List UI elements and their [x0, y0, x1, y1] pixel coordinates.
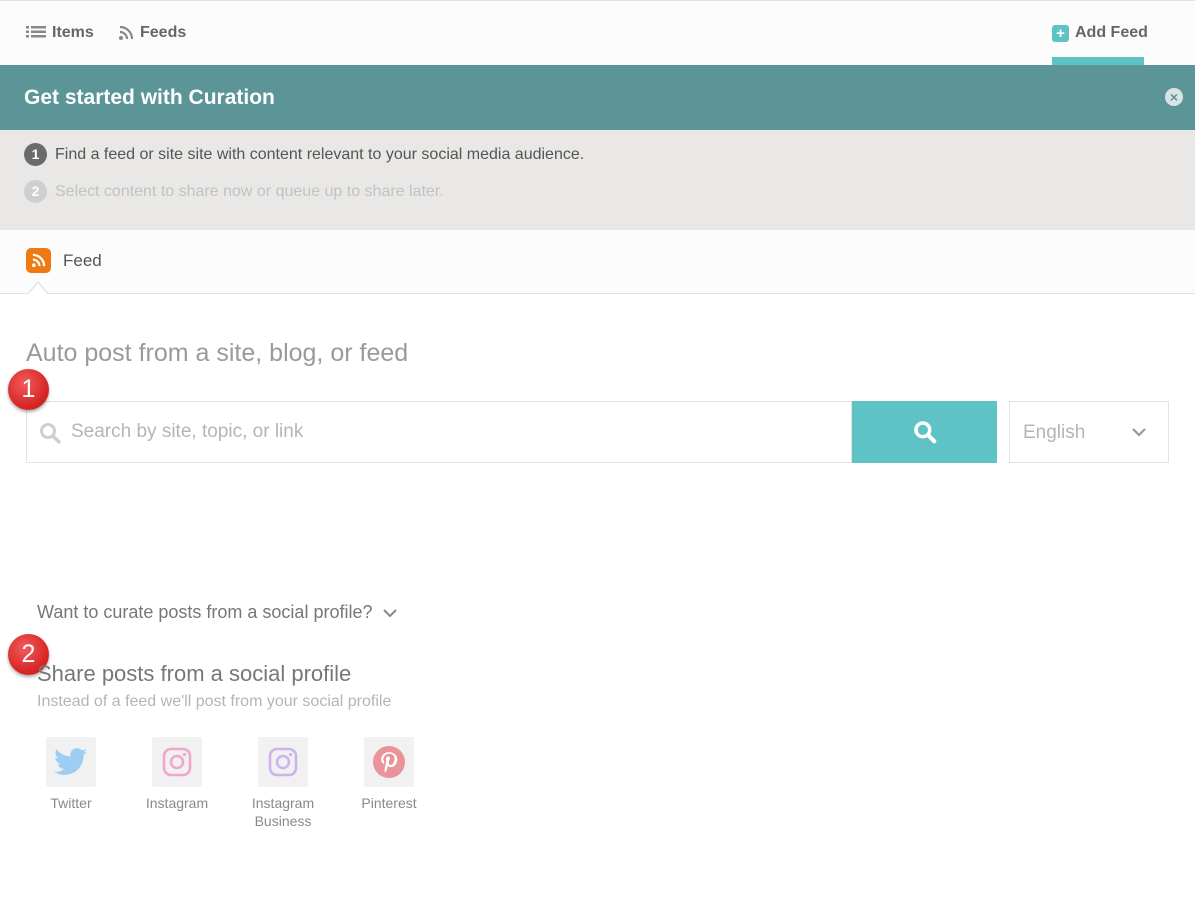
getting-started-banner: Get started with Curation: [0, 65, 1195, 130]
nav-feeds-tab[interactable]: Feeds: [118, 21, 186, 45]
social-profile-label-line: Instagram: [251, 795, 315, 811]
instagram-icon: [162, 747, 192, 777]
social-tile: [364, 737, 414, 787]
list-icon: [26, 26, 46, 38]
add-feed-label: Add Feed: [1075, 24, 1148, 41]
nav-feeds-label: Feeds: [140, 24, 187, 41]
social-section-title: Share posts from a social profile: [37, 661, 352, 686]
step-number-badge: 2: [24, 180, 47, 203]
social-profile-label: Instagram: [145, 795, 209, 811]
chevron-down-icon: [1132, 428, 1146, 437]
nav-items-label: Items: [52, 24, 94, 41]
step-item: 1 Find a feed or site site with content …: [24, 143, 584, 166]
search-icon: [40, 423, 61, 444]
step-item: 2 Select content to share now or queue u…: [24, 180, 444, 203]
pinterest-icon: [373, 746, 405, 778]
social-profile-twitter[interactable]: Twitter: [26, 737, 116, 812]
tab-pointer-inner: [28, 283, 48, 295]
annotation-marker: 1: [8, 369, 49, 410]
banner-title: Get started with Curation: [24, 86, 275, 109]
source-tab-row: Feed: [0, 230, 1195, 294]
curate-social-toggle[interactable]: Want to curate posts from a social profi…: [37, 602, 398, 623]
language-value: English: [1023, 422, 1086, 443]
social-profile-label: Instagram Business: [252, 794, 314, 830]
social-profile-instagram-business[interactable]: Instagram Business: [238, 737, 328, 830]
search-button[interactable]: [852, 401, 997, 463]
social-profile-label: Twitter: [50, 795, 92, 811]
onboarding-steps: 1 Find a feed or site site with content …: [0, 130, 1195, 230]
step-text: Find a feed or site site with content re…: [55, 145, 585, 163]
top-nav: Items Feeds + Add Feed: [0, 0, 1195, 65]
social-section-subtitle: Instead of a feed we'll post from your s…: [37, 693, 392, 710]
tab-feed-label: Feed: [63, 250, 102, 270]
search-input[interactable]: [71, 403, 841, 461]
social-profile-instagram[interactable]: Instagram: [132, 737, 222, 812]
step-text: Select content to share now or queue up …: [55, 182, 444, 200]
twitter-icon: [54, 748, 88, 775]
social-tile: [46, 737, 96, 787]
search-box: [26, 401, 852, 463]
nav-items-tab[interactable]: Items: [26, 21, 94, 45]
social-tile: [152, 737, 202, 787]
step-number-badge: 1: [24, 143, 47, 166]
language-select[interactable]: English: [1009, 401, 1169, 463]
curate-social-label: Want to curate posts from a social profi…: [37, 602, 373, 622]
social-tile: [258, 737, 308, 787]
chevron-down-icon: [383, 608, 398, 617]
auto-post-title: Auto post from a site, blog, or feed: [26, 339, 409, 367]
plus-icon: +: [1052, 24, 1069, 42]
search-icon: [913, 421, 936, 444]
tab-feed[interactable]: Feed: [26, 248, 102, 273]
social-profile-label: Pinterest: [361, 795, 417, 811]
rss-feed-icon: [26, 248, 51, 273]
close-icon[interactable]: ×: [1165, 88, 1183, 106]
social-profile-label-line: Business: [254, 813, 312, 829]
active-tab-indicator: [1052, 57, 1144, 65]
add-feed-tab[interactable]: + Add Feed: [1052, 21, 1148, 45]
instagram-icon: [268, 747, 298, 777]
rss-icon: [119, 25, 134, 40]
social-profile-pinterest[interactable]: Pinterest: [344, 737, 434, 812]
